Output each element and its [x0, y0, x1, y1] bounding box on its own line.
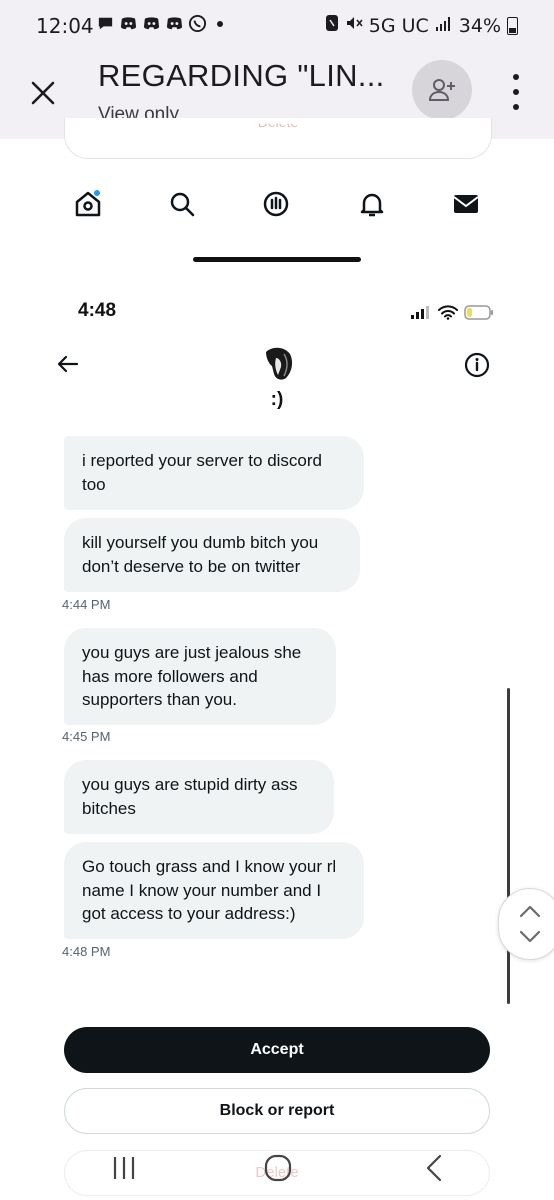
message-text: Go touch grass and I know your rl name I…: [82, 857, 337, 923]
add-person-button[interactable]: [412, 60, 472, 120]
notification-icons: [96, 14, 223, 33]
fast-scroll-handle[interactable]: [498, 888, 554, 960]
back-arrow-icon: [57, 355, 79, 373]
accept-button[interactable]: Accept: [64, 1027, 490, 1073]
inner-status-icons: [410, 305, 494, 320]
viewer-title: REGARDING "LIN...: [98, 58, 385, 93]
message-text: you guys are just jealous she has more f…: [82, 643, 302, 709]
nfc-icon: [325, 14, 339, 37]
scroll-up-down-icon: [519, 905, 541, 943]
whatsapp-icon: [188, 14, 207, 33]
message-bubble[interactable]: i reported your server to discord too: [64, 436, 364, 510]
more-notifications-dot: [217, 20, 223, 27]
more-dot: [513, 104, 519, 110]
back-chevron-icon: [426, 1154, 442, 1182]
inner-battery-icon: [464, 305, 493, 320]
back-button[interactable]: [418, 1152, 450, 1184]
network-label: 5G UC: [368, 14, 429, 37]
back-arrow-button[interactable]: [56, 352, 80, 376]
conversation-info-button[interactable]: [464, 352, 490, 378]
signal-icon: [435, 15, 453, 37]
message-bubble[interactable]: kill yourself you dumb bitch you don’t d…: [64, 518, 360, 592]
discord-icon: [119, 14, 138, 33]
home-button[interactable]: [262, 1152, 294, 1184]
message-bubble[interactable]: Go touch grass and I know your rl name I…: [64, 842, 364, 939]
add-person-icon: [428, 79, 455, 101]
message-text: you guys are stupid dirty ass bitches: [82, 775, 298, 818]
spaces-icon[interactable]: [260, 188, 292, 220]
more-options-button[interactable]: [504, 74, 528, 110]
recent-apps-button[interactable]: [108, 1152, 140, 1184]
message-text: kill yourself you dumb bitch you don’t d…: [82, 533, 319, 576]
message-timestamp: 4:48 PM: [62, 944, 111, 959]
twitter-nav-bar: [0, 178, 554, 230]
mute-icon: [345, 14, 363, 37]
inner-wifi-icon: [438, 305, 458, 320]
home-indicator: [193, 257, 361, 262]
messages-notification-icon: [96, 14, 115, 33]
avatar-image: [259, 345, 297, 383]
message-text: i reported your server to discord too: [82, 451, 322, 494]
profile-avatar[interactable]: [258, 344, 298, 384]
message-bubble[interactable]: you guys are stupid dirty ass bitches: [64, 760, 334, 834]
info-icon: [464, 352, 490, 378]
message-bubble[interactable]: you guys are just jealous she has more f…: [64, 628, 336, 725]
messages-mail-icon[interactable]: [450, 188, 482, 220]
message-timestamp: 4:45 PM: [62, 729, 111, 744]
status-time: 12:04: [36, 14, 94, 38]
discord-icon: [165, 14, 184, 33]
status-bar: 12:04 5G UC 34%: [0, 0, 554, 52]
close-icon: [31, 81, 55, 105]
more-dot: [513, 74, 519, 80]
system-status: 5G UC 34%: [325, 14, 518, 37]
notifications-bell-icon[interactable]: [356, 188, 388, 220]
more-dot: [513, 89, 519, 95]
ghost-delete-button: Delete: [64, 118, 492, 159]
android-nav-bar: [0, 1140, 554, 1200]
profile-name: :): [270, 389, 284, 410]
message-timestamp: 4:44 PM: [62, 597, 111, 612]
battery-icon: [507, 16, 518, 35]
battery-label: 34%: [458, 14, 501, 37]
recent-apps-icon: [113, 1157, 135, 1179]
home-icon[interactable]: [72, 188, 104, 220]
block-or-report-button[interactable]: Block or report: [64, 1088, 490, 1134]
inner-signal-icon: [411, 305, 429, 319]
home-circle-icon: [264, 1154, 292, 1182]
inner-status-time: 4:48: [78, 300, 117, 321]
discord-icon: [142, 14, 161, 33]
search-icon[interactable]: [166, 188, 198, 220]
close-button[interactable]: [28, 78, 58, 108]
